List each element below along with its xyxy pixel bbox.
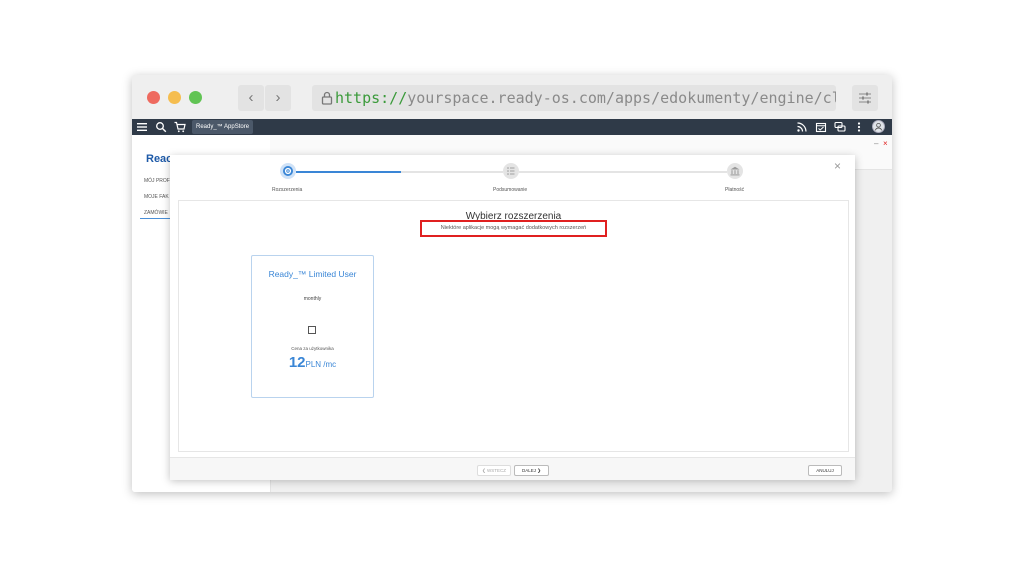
bank-icon [730, 166, 740, 176]
browser-settings-button[interactable] [852, 85, 878, 111]
app-tab-appstore[interactable]: Ready_™ AppStore [192, 120, 254, 134]
minimize-window-button[interactable] [168, 91, 181, 104]
menu-icon[interactable] [136, 121, 148, 133]
step-label-payment: Płatność [725, 187, 745, 193]
extension-select-checkbox[interactable] [308, 326, 316, 334]
gear-icon [284, 167, 292, 175]
step-summary[interactable] [503, 163, 519, 179]
sidebar-brand: Reac [146, 153, 173, 165]
extensions-notice: Niektóre aplikacje mogą wymagać dodatkow… [420, 220, 607, 237]
sidebar-active-indicator [140, 218, 170, 219]
search-icon[interactable] [155, 121, 167, 133]
minimize-app-icon[interactable]: – [874, 139, 878, 148]
modal-close-button[interactable]: × [834, 159, 841, 173]
calendar-icon[interactable] [815, 121, 827, 133]
sliders-icon [859, 92, 871, 104]
avatar-icon[interactable] [872, 120, 885, 133]
price: 12PLN /mc [252, 354, 373, 372]
price-unit: PLN /mc [305, 360, 337, 369]
extension-card-title: Ready_™ Limited User [268, 269, 357, 279]
url-protocol: https:// [335, 89, 408, 107]
forward-button[interactable]: › [265, 85, 291, 111]
cart-icon[interactable] [174, 121, 186, 133]
stepper-track-pending [401, 171, 503, 173]
cancel-button[interactable]: ANULUJ [808, 465, 842, 476]
next-step-button[interactable]: DALEJ ❯ [514, 465, 549, 476]
extension-card-period: monthly [303, 296, 322, 302]
browser-chrome: ‹ › https://yourspace.ready-os.com/apps/… [132, 75, 892, 119]
step-extensions[interactable] [280, 163, 296, 179]
step-payment[interactable] [727, 163, 743, 179]
sidebar-item-profile[interactable]: MÓJ PROF [144, 178, 170, 184]
url-text: https://yourspace.ready-os.com/apps/edok… [335, 85, 836, 111]
price-label: Cena za użytkownika [291, 346, 334, 351]
extension-card[interactable]: Ready_™ Limited User monthly Cena za uży… [251, 255, 374, 398]
back-step-button[interactable]: ❮ WSTECZ [477, 465, 511, 476]
extensions-panel: Wybierz rozszerzenia Niektóre aplikacje … [178, 200, 849, 452]
list-icon [507, 167, 515, 175]
stepper-track-done [296, 171, 401, 173]
modal-footer: ❮ WSTECZ DALEJ ❯ ANULUJ [170, 457, 855, 480]
lock-icon [321, 91, 333, 105]
close-window-button[interactable] [147, 91, 160, 104]
sidebar-item-invoices[interactable]: MOJE FAK [144, 194, 169, 200]
app-toolbar: Ready_™ AppStore [132, 119, 892, 135]
step-label-extensions: Rozszerzenia [272, 187, 303, 193]
maximize-window-button[interactable] [189, 91, 202, 104]
sidebar-item-orders[interactable]: ZAMÓWIE [144, 210, 168, 216]
rss-icon[interactable] [796, 121, 808, 133]
price-value: 12 [288, 354, 306, 371]
url-path: yourspace.ready-os.com/apps/edokumenty/e… [407, 89, 836, 107]
address-bar[interactable]: https://yourspace.ready-os.com/apps/edok… [312, 85, 836, 111]
extensions-modal: × Rozszerzenia Podsumowanie Płatność Wyb… [170, 155, 855, 480]
chat-icon[interactable] [834, 121, 846, 133]
step-label-summary: Podsumowanie [493, 187, 528, 193]
close-app-icon[interactable]: × [883, 139, 888, 148]
more-icon[interactable] [853, 121, 865, 133]
back-button[interactable]: ‹ [238, 85, 264, 111]
stepper-track-pending [519, 171, 727, 173]
